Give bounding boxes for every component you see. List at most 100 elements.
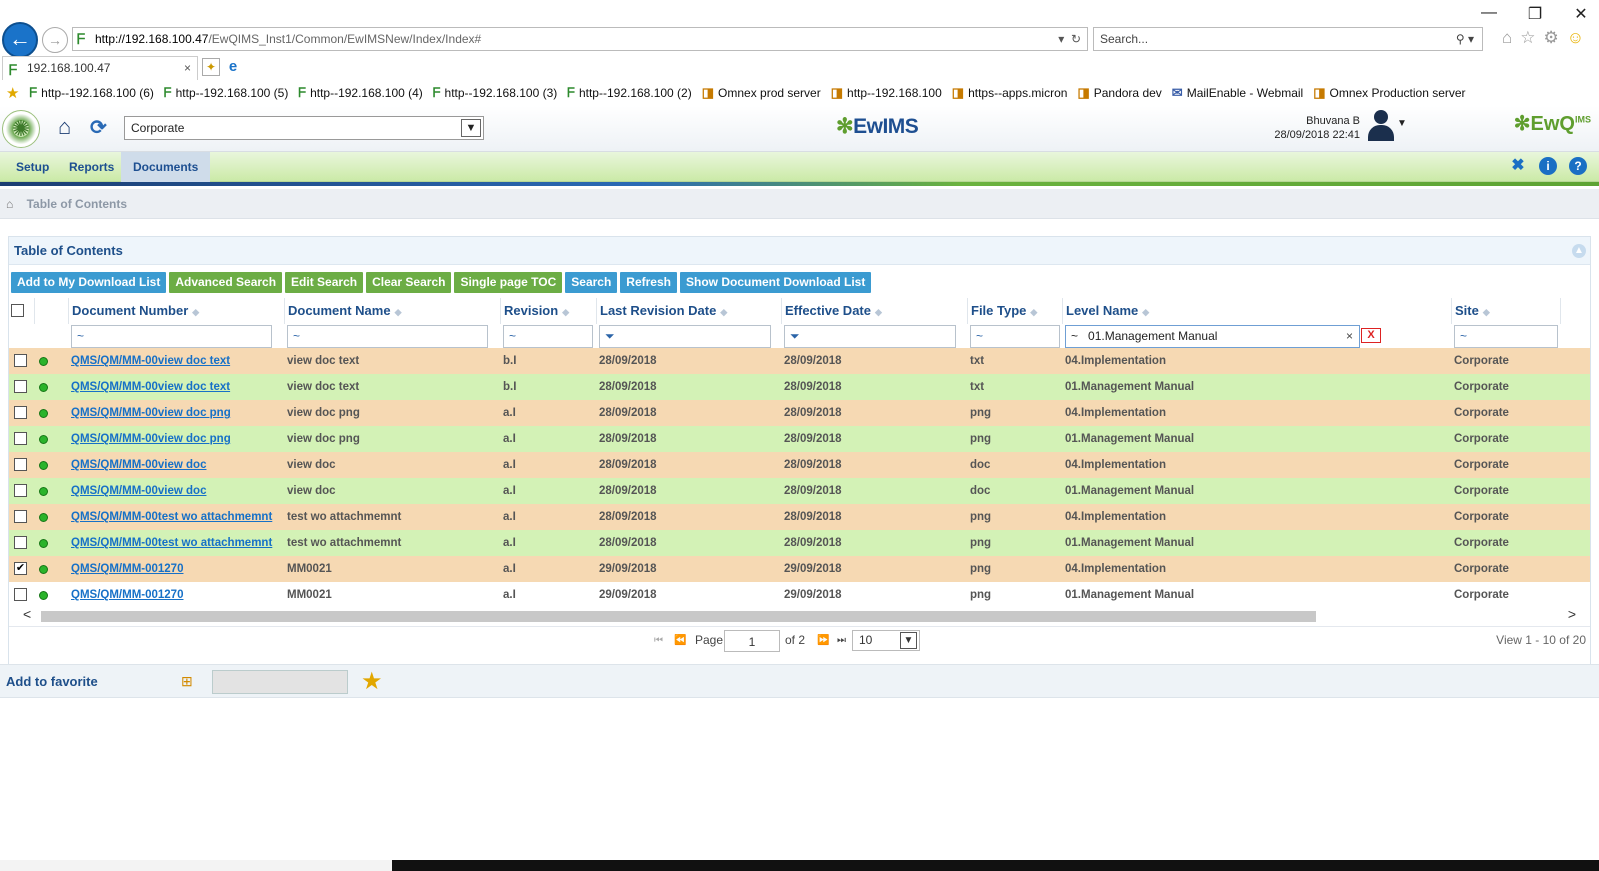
first-page-icon[interactable]: ⏮ bbox=[654, 635, 663, 646]
document-link[interactable]: QMS/QM/MM-00test wo attachmemnt bbox=[71, 511, 272, 523]
close-tab-icon[interactable]: × bbox=[184, 57, 191, 79]
favorite-link[interactable]: ᖴ http--192.168.100 (5) bbox=[164, 85, 288, 101]
browser-search-input[interactable]: Search... ⚲ ▾ bbox=[1093, 27, 1483, 51]
home-icon[interactable]: ⌂ bbox=[1502, 28, 1512, 48]
smiley-feedback-icon[interactable]: ☺ bbox=[1567, 28, 1584, 48]
help-icon[interactable]: ? bbox=[1569, 157, 1587, 175]
row-checkbox[interactable] bbox=[14, 588, 27, 601]
edit-search-button[interactable]: Edit Search bbox=[285, 272, 364, 293]
favorite-link[interactable]: ◨ http--192.168.100 bbox=[831, 85, 942, 101]
add-favorite-star-icon[interactable]: ★ bbox=[361, 667, 383, 696]
app-refresh-icon[interactable]: ⟳ bbox=[90, 115, 107, 140]
search-button[interactable]: Search bbox=[565, 272, 618, 293]
site-select[interactable]: Corporate ▼ bbox=[124, 116, 484, 140]
horizontal-scrollbar[interactable]: < > bbox=[9, 606, 1590, 624]
cell-document-number[interactable]: QMS/QM/MM-00view doc text bbox=[68, 374, 284, 400]
table-row[interactable]: QMS/QM/MM-00view doc view doc a.I 28/09/201… bbox=[9, 452, 1590, 478]
breadcrumb-home-icon[interactable]: ⌂ bbox=[6, 197, 13, 211]
page-size-select[interactable]: 10 ▼ bbox=[852, 630, 920, 651]
favorite-link[interactable]: ◨ Pandora dev bbox=[1077, 85, 1161, 101]
favorite-link[interactable]: ◨ https--apps.micron bbox=[952, 85, 1068, 101]
address-bar[interactable]: ᖴ http://192.168.100.47/EwQIMS_Inst1/Com… bbox=[72, 27, 1088, 51]
reload-icon[interactable]: ↻ bbox=[1068, 32, 1081, 46]
refresh-button[interactable]: Refresh bbox=[620, 272, 677, 293]
back-button[interactable]: ← bbox=[2, 22, 38, 58]
taskbar-search[interactable] bbox=[0, 860, 392, 871]
favorite-link[interactable]: ◨ Omnex Production server bbox=[1313, 85, 1465, 101]
omnex-logo-icon[interactable]: ✺ bbox=[2, 110, 40, 148]
forward-button[interactable]: → bbox=[42, 27, 68, 53]
row-checkbox[interactable] bbox=[14, 380, 27, 393]
add-to-download-list-button[interactable]: Add to My Download List bbox=[11, 272, 167, 293]
menu-setup[interactable]: Setup bbox=[16, 152, 49, 182]
row-checkbox[interactable]: ✔ bbox=[14, 562, 27, 575]
filter-effective-date[interactable]: ⏷ bbox=[784, 325, 956, 348]
chevron-down-icon[interactable]: ▼ bbox=[900, 632, 917, 649]
filter-last-revision-date[interactable]: ⏷ bbox=[599, 325, 771, 348]
document-link[interactable]: QMS/QM/MM-00view doc text bbox=[71, 355, 230, 367]
favorite-link[interactable]: ᖴ http--192.168.100 (3) bbox=[433, 85, 557, 101]
favorites-star-icon[interactable]: ☆ bbox=[1520, 28, 1535, 48]
document-link[interactable]: QMS/QM/MM-00view doc png bbox=[71, 433, 231, 445]
single-page-toc-button[interactable]: Single page TOC bbox=[454, 272, 563, 293]
document-link[interactable]: QMS/QM/MM-00view doc png bbox=[71, 407, 231, 419]
favorite-link[interactable]: ᖴ http--192.168.100 (6) bbox=[29, 85, 153, 101]
avatar[interactable] bbox=[1368, 110, 1394, 142]
table-row[interactable]: QMS/QM/MM-00view doc png view doc png a.I 2… bbox=[9, 400, 1590, 426]
browser-tab-active[interactable]: ᖴ 192.168.100.47 × bbox=[2, 56, 198, 80]
col-file-type[interactable]: File Type ◆ bbox=[967, 298, 1062, 324]
document-link[interactable]: QMS/QM/MM-00test wo attachmemnt bbox=[71, 537, 272, 549]
table-row[interactable]: QMS/QM/MM-00view doc text view doc text b.… bbox=[9, 374, 1590, 400]
prev-page-icon[interactable]: ⏪ bbox=[674, 635, 686, 646]
cell-document-number[interactable]: QMS/QM/MM-00view doc text bbox=[68, 348, 284, 374]
select-all-checkbox[interactable] bbox=[11, 304, 24, 317]
pin-icon[interactable]: ✖ bbox=[1509, 157, 1527, 175]
favorite-link[interactable]: ◨ Omnex prod server bbox=[702, 85, 821, 101]
cell-document-number[interactable]: QMS/QM/MM-00view doc bbox=[68, 452, 284, 478]
table-row[interactable]: QMS/QM/MM-00test wo attachmemnt test wo a… bbox=[9, 530, 1590, 556]
document-link[interactable]: QMS/QM/MM-00view doc bbox=[71, 459, 206, 471]
last-page-icon[interactable]: ⏭ bbox=[837, 635, 846, 646]
chevron-down-icon[interactable]: ▼ bbox=[461, 119, 481, 137]
collapse-icon[interactable]: ▲ bbox=[1572, 244, 1586, 258]
cell-document-number[interactable]: QMS/QM/MM-001270 bbox=[68, 556, 284, 582]
row-checkbox[interactable] bbox=[14, 510, 27, 523]
page-number-input[interactable]: 1 bbox=[724, 630, 780, 652]
app-home-icon[interactable]: ⌂ bbox=[58, 114, 71, 140]
scroll-left-icon[interactable]: < bbox=[23, 606, 31, 622]
table-row[interactable]: ✔ QMS/QM/MM-001270 MM0021 a.I 29/09/2018 29/0… bbox=[9, 556, 1590, 582]
col-last-revision-date[interactable]: Last Revision Date ◆ bbox=[596, 298, 781, 324]
col-effective-date[interactable]: Effective Date ◆ bbox=[781, 298, 967, 324]
row-checkbox[interactable] bbox=[14, 354, 27, 367]
url-dropdown-icon[interactable]: ▾ bbox=[1058, 32, 1064, 46]
user-menu-caret-icon[interactable]: ▼ bbox=[1397, 118, 1407, 129]
col-site[interactable]: Site ◆ bbox=[1451, 298, 1560, 324]
new-tab-button[interactable]: ✦ bbox=[202, 58, 220, 76]
menu-reports[interactable]: Reports bbox=[69, 152, 114, 182]
col-level-name[interactable]: Level Name ◆ bbox=[1062, 298, 1451, 324]
favorites-bar-star-icon[interactable]: ★ bbox=[6, 84, 19, 102]
col-revision[interactable]: Revision ◆ bbox=[500, 298, 596, 324]
col-document-name[interactable]: Document Name ◆ bbox=[284, 298, 500, 324]
cell-document-number[interactable]: QMS/QM/MM-00view doc png bbox=[68, 400, 284, 426]
show-download-list-button[interactable]: Show Document Download List bbox=[679, 272, 872, 293]
row-checkbox[interactable] bbox=[14, 406, 27, 419]
menu-documents[interactable]: Documents bbox=[121, 152, 211, 182]
search-icon[interactable]: ⚲ ▾ bbox=[1456, 28, 1474, 50]
scroll-right-icon[interactable]: > bbox=[1568, 606, 1576, 622]
advanced-search-button[interactable]: Advanced Search bbox=[169, 272, 283, 293]
favorite-link[interactable]: ᖴ http--192.168.100 (4) bbox=[298, 85, 422, 101]
favorite-link[interactable]: ᖴ http--192.168.100 (2) bbox=[567, 85, 691, 101]
cell-document-number[interactable]: QMS/QM/MM-001270 bbox=[68, 582, 284, 608]
document-link[interactable]: QMS/QM/MM-001270 bbox=[71, 589, 183, 601]
table-row[interactable]: QMS/QM/MM-00view doc view doc a.I 28/09/201… bbox=[9, 478, 1590, 504]
row-checkbox[interactable] bbox=[14, 458, 27, 471]
clear-input-icon[interactable]: × bbox=[1346, 326, 1353, 347]
info-icon[interactable]: i bbox=[1539, 157, 1557, 175]
col-document-number[interactable]: Document Number ◆ bbox=[68, 298, 284, 324]
table-row[interactable]: QMS/QM/MM-00view doc png view doc png a.I 2… bbox=[9, 426, 1590, 452]
filter-level-name[interactable]: ~ 01.Management Manual × bbox=[1065, 325, 1360, 348]
cell-document-number[interactable]: QMS/QM/MM-00view doc png bbox=[68, 426, 284, 452]
cell-document-number[interactable]: QMS/QM/MM-00test wo attachmemnt bbox=[68, 504, 284, 530]
filter-document-name[interactable]: ~ bbox=[287, 325, 488, 348]
